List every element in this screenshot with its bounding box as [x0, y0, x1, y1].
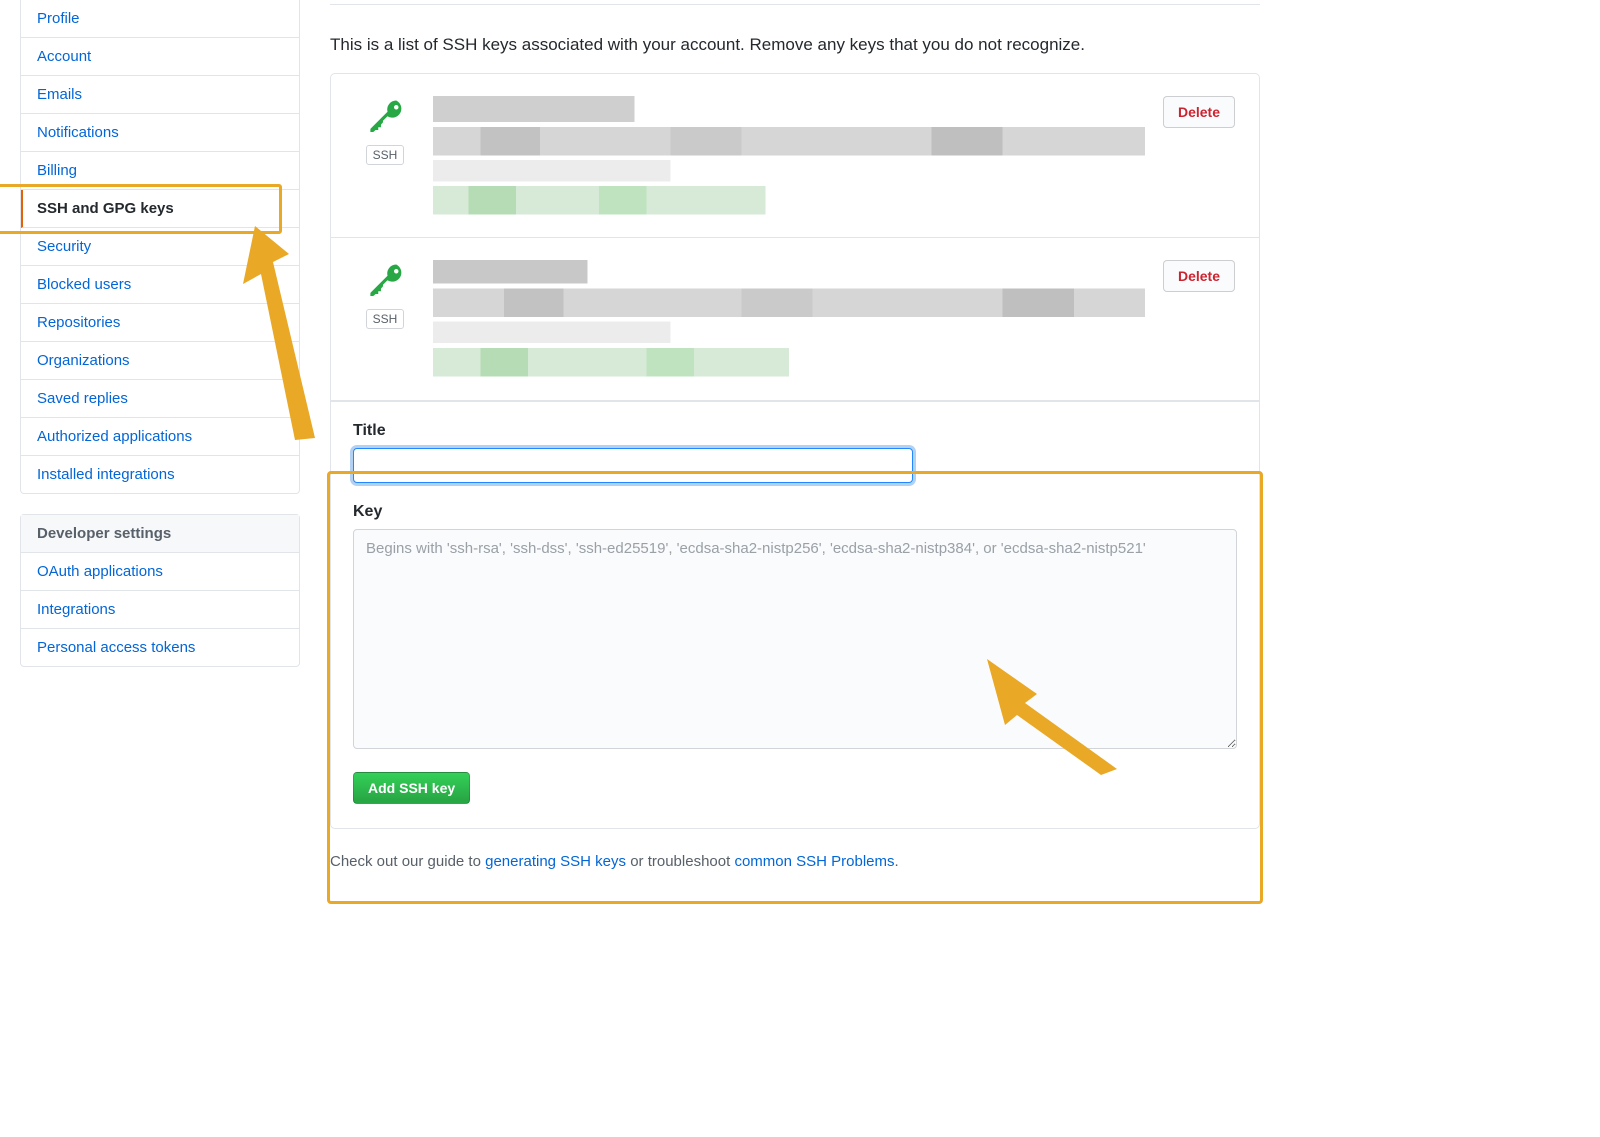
ssh-keys-list: SSH Delete: [330, 73, 1260, 829]
add-ssh-key-form: Title Key Add SSH key: [331, 401, 1259, 828]
personal-settings-menu: ProfileAccountEmailsNotificationsBilling…: [20, 0, 300, 494]
sidebar-item-saved-replies[interactable]: Saved replies: [21, 380, 299, 418]
ssh-key-row: SSH Delete: [331, 238, 1259, 402]
footer-text-middle: or troubleshoot: [626, 853, 734, 870]
ssh-key-redacted-details: [433, 96, 1145, 215]
footer-help-text: Check out our guide to generating SSH ke…: [330, 853, 1260, 870]
title-label: Title: [353, 422, 1237, 440]
ssh-key-redacted-details: [433, 260, 1145, 379]
sidebar-item-profile[interactable]: Profile: [21, 0, 299, 38]
ssh-key-meta: SSH: [355, 96, 415, 165]
common-ssh-problems-link[interactable]: common SSH Problems: [734, 853, 894, 870]
sidebar-item-personal-access-tokens[interactable]: Personal access tokens: [21, 629, 299, 666]
sidebar-item-authorized-applications[interactable]: Authorized applications: [21, 418, 299, 456]
key-icon: [367, 96, 403, 135]
add-ssh-key-button[interactable]: Add SSH key: [353, 772, 470, 804]
settings-sidebar: ProfileAccountEmailsNotificationsBilling…: [20, 0, 300, 870]
delete-ssh-key-button[interactable]: Delete: [1163, 260, 1235, 292]
sidebar-item-blocked-users[interactable]: Blocked users: [21, 266, 299, 304]
ssh-key-title-input[interactable]: [353, 448, 913, 483]
sidebar-item-integrations[interactable]: Integrations: [21, 591, 299, 629]
key-icon: [367, 260, 403, 299]
sidebar-item-repositories[interactable]: Repositories: [21, 304, 299, 342]
sidebar-item-oauth-applications[interactable]: OAuth applications: [21, 553, 299, 591]
sidebar-item-security[interactable]: Security: [21, 228, 299, 266]
sidebar-item-organizations[interactable]: Organizations: [21, 342, 299, 380]
developer-settings-header: Developer settings: [21, 515, 299, 553]
footer-text-prefix: Check out our guide to: [330, 853, 485, 870]
footer-text-suffix: .: [895, 853, 899, 870]
ssh-key-row: SSH Delete: [331, 74, 1259, 238]
developer-settings-menu: Developer settings OAuth applicationsInt…: [20, 514, 300, 667]
ssh-badge: SSH: [366, 309, 405, 329]
ssh-key-textarea[interactable]: [353, 529, 1237, 749]
sidebar-item-installed-integrations[interactable]: Installed integrations: [21, 456, 299, 493]
sidebar-item-ssh-and-gpg-keys[interactable]: SSH and GPG keys: [21, 190, 299, 228]
sidebar-item-billing[interactable]: Billing: [21, 152, 299, 190]
ssh-key-meta: SSH: [355, 260, 415, 329]
intro-text: This is a list of SSH keys associated wi…: [330, 35, 1260, 55]
generating-ssh-keys-link[interactable]: generating SSH keys: [485, 853, 626, 870]
sidebar-item-account[interactable]: Account: [21, 38, 299, 76]
ssh-badge: SSH: [366, 145, 405, 165]
main-content: This is a list of SSH keys associated wi…: [330, 0, 1260, 870]
key-label: Key: [353, 503, 1237, 521]
sidebar-item-notifications[interactable]: Notifications: [21, 114, 299, 152]
delete-ssh-key-button[interactable]: Delete: [1163, 96, 1235, 128]
sidebar-item-emails[interactable]: Emails: [21, 76, 299, 114]
